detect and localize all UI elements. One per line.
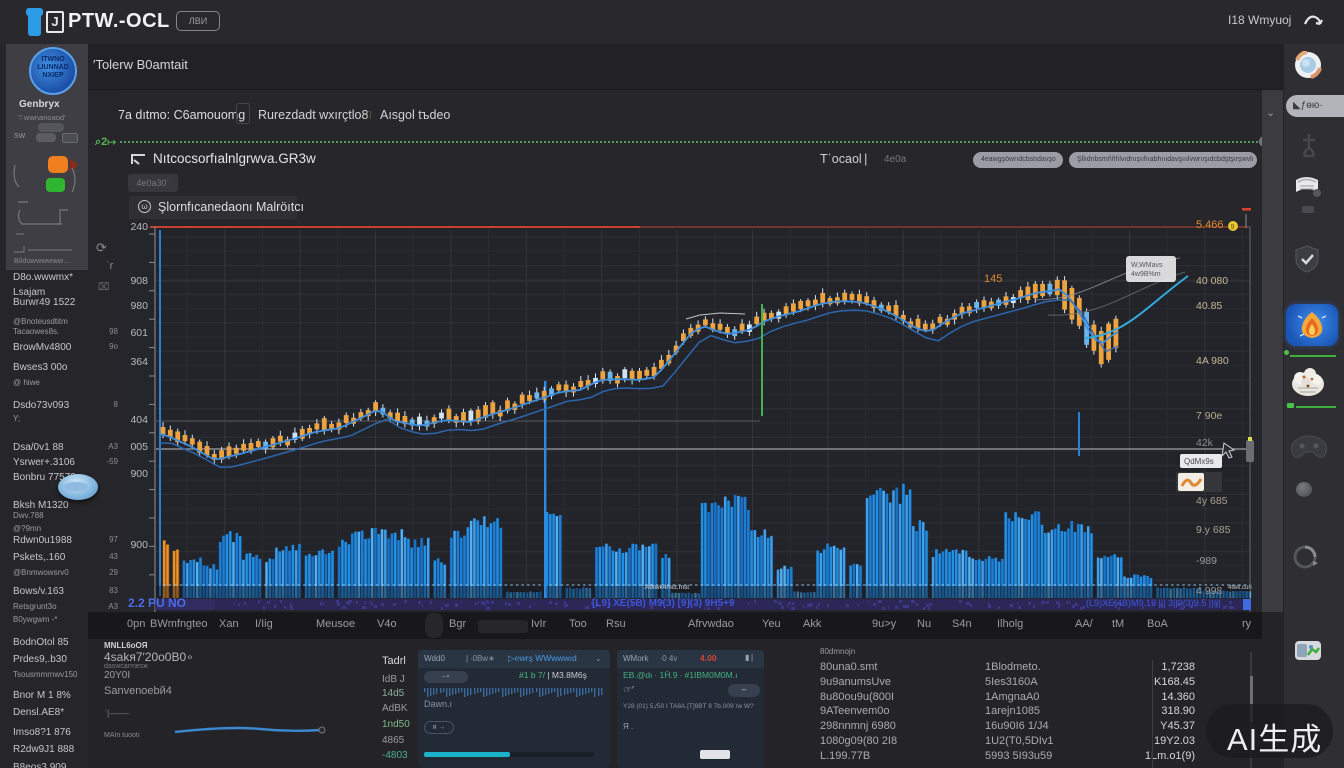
svg-text:9: 9 — [1231, 224, 1235, 231]
svg-text:4twk.curi: 4twk.curi — [1228, 585, 1252, 591]
svg-text:QdMx9s: QdMx9s — [1184, 457, 1214, 466]
svg-text:2.2 PU NO: 2.2 PU NO — [128, 596, 186, 610]
svg-text:908: 908 — [130, 275, 148, 287]
svg-text:40.85: 40.85 — [1196, 300, 1222, 312]
svg-text:4y 685: 4y 685 — [1196, 495, 1228, 507]
svg-text:980: 980 — [130, 300, 148, 312]
svg-text:W,WMavs: W,WMavs — [1131, 262, 1163, 269]
svg-text:-989: -989 — [1196, 555, 1217, 567]
svg-text:9.y 685: 9.y 685 — [1196, 524, 1231, 536]
svg-text:900: 900 — [130, 539, 148, 551]
svg-text:404: 404 — [130, 414, 148, 426]
svg-text:4w9B%m: 4w9B%m — [1131, 271, 1161, 278]
svg-text:4 998: 4 998 — [1196, 585, 1222, 597]
svg-text:42k: 42k — [1196, 437, 1214, 449]
svg-text:A9twk4mct.mst: A9twk4mct.mst — [645, 584, 689, 591]
svg-text:005: 005 — [130, 441, 148, 453]
svg-text:900: 900 — [130, 468, 148, 480]
svg-text:145: 145 — [984, 273, 1002, 285]
svg-text:5.466: 5.466 — [1196, 219, 1224, 231]
svg-text:(L9)XE(4B)M9.19 ||| 3||9(3)9.5: (L9)XE(4B)M9.19 ||| 3||9(3)9.5 ||#| — [1086, 598, 1221, 608]
svg-text:40 080: 40 080 — [1196, 275, 1228, 287]
svg-text:364: 364 — [130, 356, 148, 368]
svg-text:240: 240 — [130, 221, 148, 233]
svg-text:7 90e: 7 90e — [1196, 410, 1222, 422]
svg-text:4A 980: 4A 980 — [1196, 355, 1229, 367]
svg-text:601: 601 — [130, 327, 148, 339]
svg-text:[L9] XE(5B) M9(3) [9](3) 9H5+9: [L9] XE(5B) M9(3) [9](3) 9H5+9 — [592, 598, 735, 609]
